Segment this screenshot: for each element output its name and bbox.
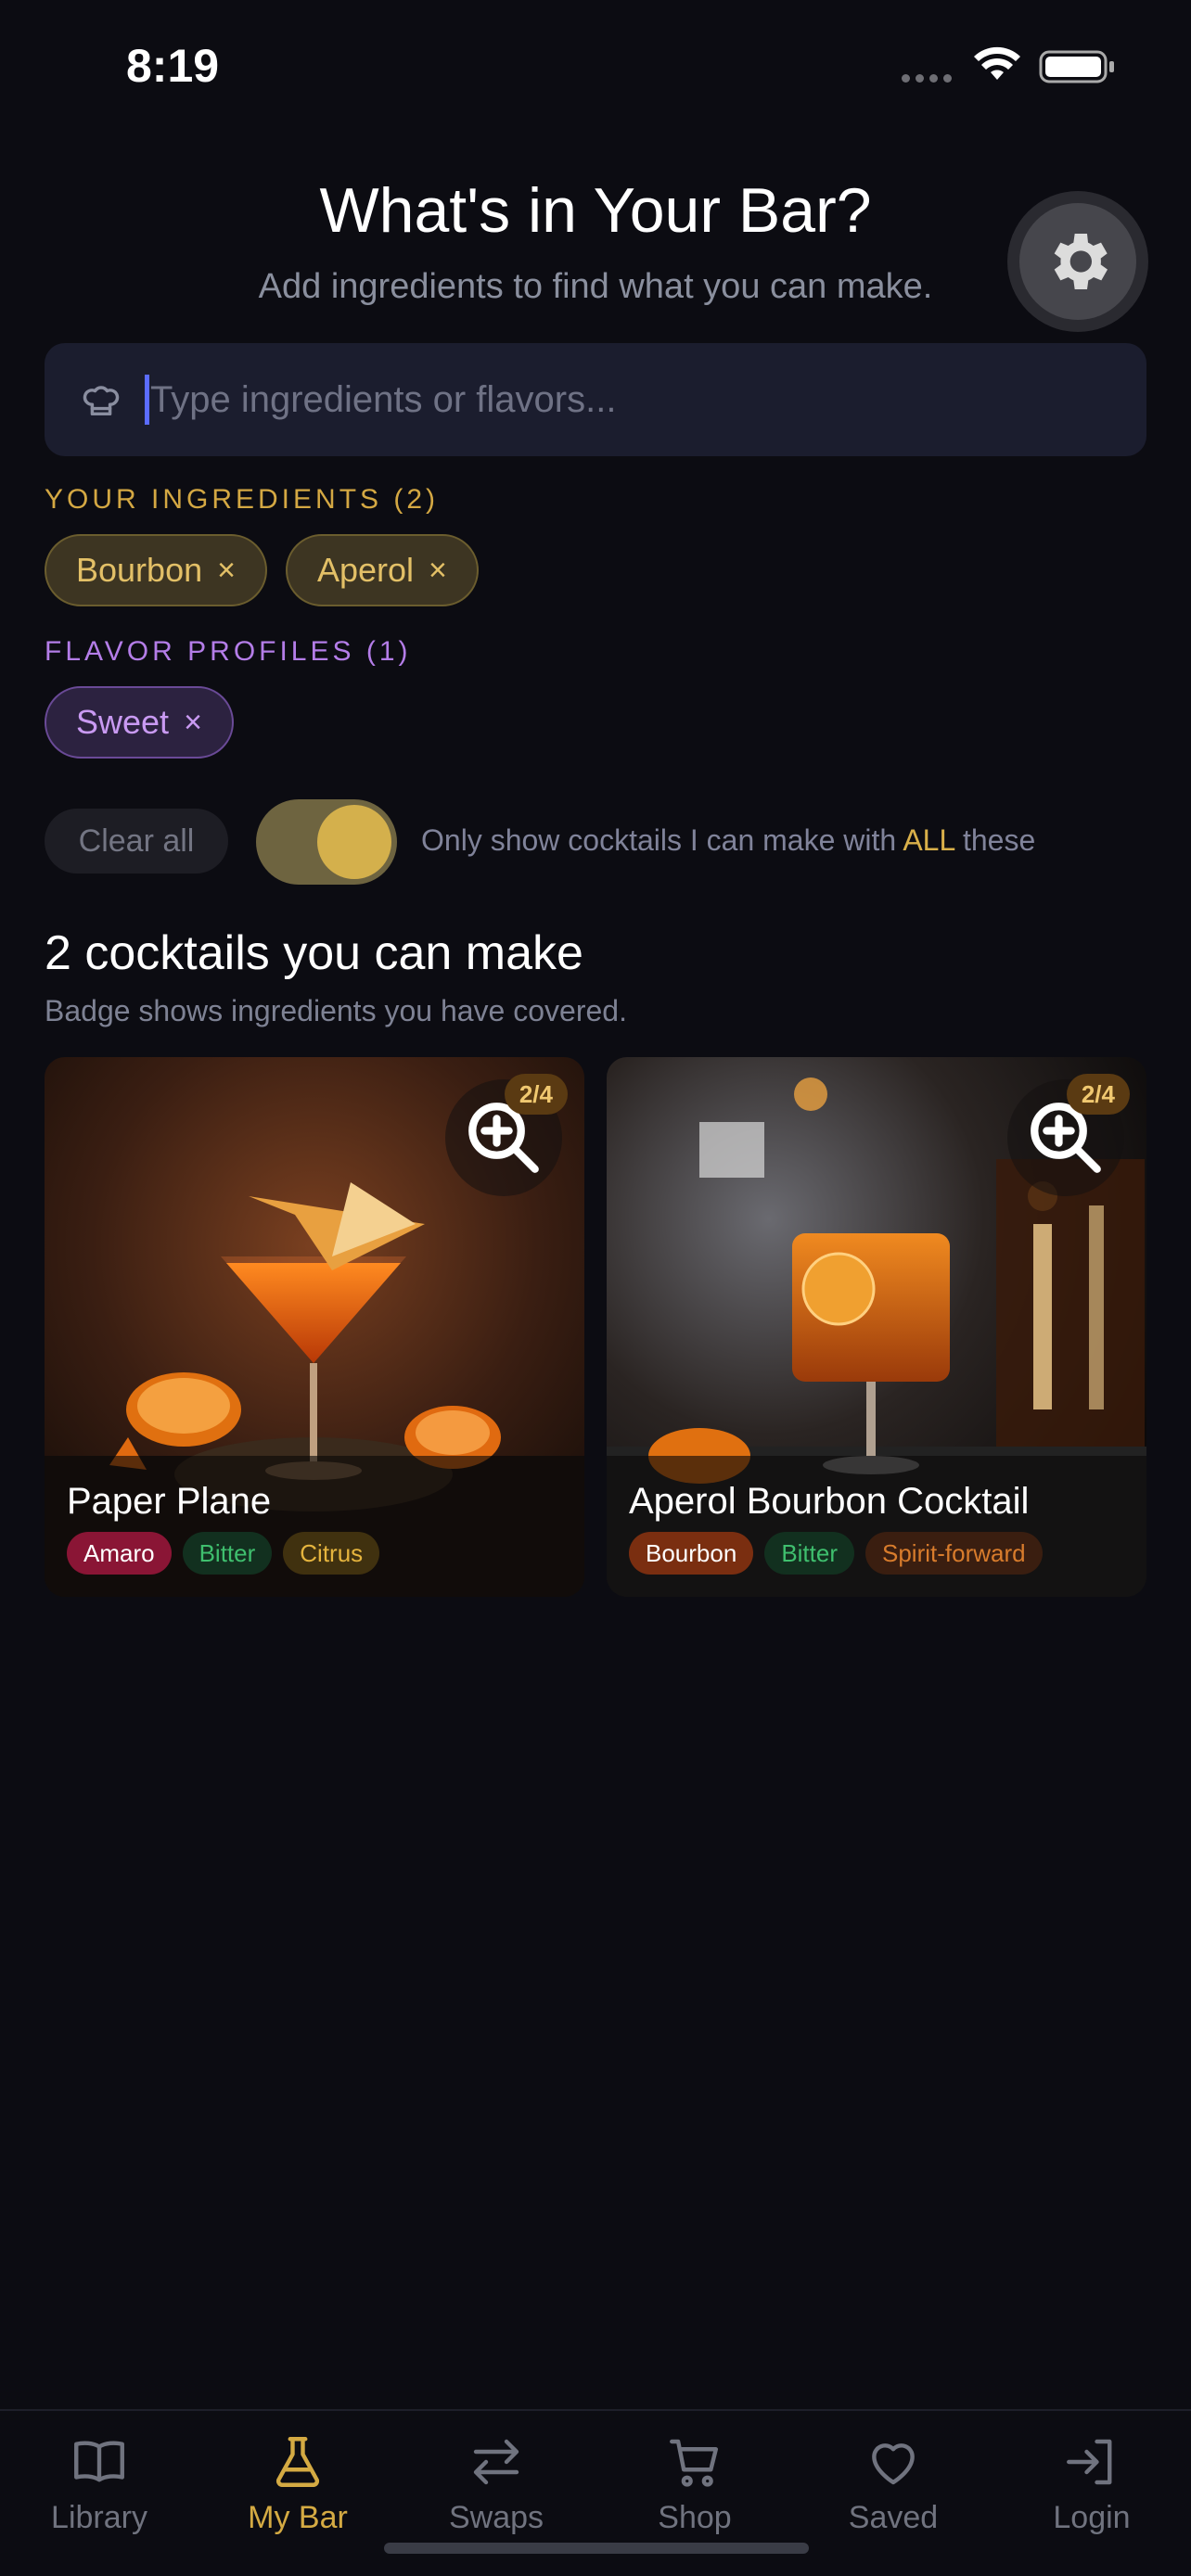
- tag: Bitter: [182, 1532, 273, 1575]
- close-icon[interactable]: ×: [429, 553, 447, 589]
- tab-swaps[interactable]: Swaps: [397, 2431, 596, 2543]
- status-bar: 8:19: [0, 0, 1191, 139]
- tab-library[interactable]: Library: [0, 2431, 198, 2543]
- ingredient-chip-bourbon[interactable]: Bourbon ×: [45, 534, 267, 606]
- signal-icon: [902, 74, 952, 83]
- results-title: 2 cocktails you can make: [45, 926, 583, 980]
- tab-shop[interactable]: Shop: [596, 2431, 794, 2543]
- match-all-toggle[interactable]: [256, 799, 397, 885]
- cocktail-name: Paper Plane: [67, 1481, 272, 1522]
- cart-icon: [670, 2439, 719, 2487]
- chip-label: Bourbon: [76, 551, 203, 589]
- cocktail-card-aperol-bourbon[interactable]: Aperol Bourbon Cocktail Bourbon Bitter S…: [607, 1057, 1146, 1597]
- ingredients-label: YOUR INGREDIENTS (2): [45, 484, 440, 515]
- toggle-label: Only show cocktails I can make with ALL …: [421, 823, 1036, 857]
- book-icon: [74, 2441, 124, 2482]
- flask-icon: [275, 2437, 320, 2487]
- match-badge: 2/4: [504, 1074, 568, 1115]
- gear-icon: [1054, 234, 1108, 289]
- tag-list: Amaro Bitter Citrus: [67, 1532, 380, 1575]
- cocktail-name: Aperol Bourbon Cocktail: [629, 1481, 1030, 1522]
- search-input[interactable]: [150, 362, 1115, 438]
- status-time: 8:19: [126, 40, 220, 92]
- tab-my-bar[interactable]: My Bar: [198, 2431, 397, 2543]
- chip-label: Sweet: [76, 703, 170, 741]
- login-icon: [1067, 2439, 1112, 2485]
- heart-icon: [872, 2443, 915, 2485]
- tag: Citrus: [283, 1532, 380, 1575]
- toggle-knob: [317, 805, 391, 879]
- cocktail-card-paper-plane[interactable]: Paper Plane Amaro Bitter Citrus 2/4: [45, 1057, 584, 1597]
- match-badge: 2/4: [1066, 1074, 1130, 1115]
- settings-button[interactable]: [1007, 191, 1148, 332]
- flavor-chips: Sweet ×: [45, 686, 234, 759]
- results-subtitle: Badge shows ingredients you have covered…: [45, 994, 627, 1027]
- ingredient-chip-aperol[interactable]: Aperol ×: [285, 534, 479, 606]
- tag: Spirit-forward: [865, 1532, 1043, 1575]
- ingredients-chips: Bourbon × Aperol ×: [45, 534, 479, 606]
- home-indicator: [384, 2543, 809, 2554]
- close-icon[interactable]: ×: [217, 553, 236, 589]
- close-icon[interactable]: ×: [184, 705, 202, 741]
- flavor-profiles-label: FLAVOR PROFILES (1): [45, 636, 412, 667]
- text-caret: [145, 375, 149, 425]
- swap-arrows-icon: [473, 2439, 519, 2485]
- tab-login[interactable]: Login: [992, 2431, 1191, 2543]
- wifi-icon: [974, 46, 1020, 80]
- search-box[interactable]: [45, 343, 1146, 456]
- tab-saved[interactable]: Saved: [794, 2431, 992, 2543]
- tag-list: Bourbon Bitter Spirit-forward: [629, 1532, 1043, 1575]
- clear-all-button[interactable]: Clear all: [45, 809, 228, 874]
- tag: Bitter: [764, 1532, 854, 1575]
- flavor-chip-sweet[interactable]: Sweet ×: [45, 686, 234, 759]
- tag: Amaro: [67, 1532, 172, 1575]
- battery-icon: [1039, 50, 1114, 83]
- chip-label: Aperol: [316, 551, 415, 589]
- chef-hat-icon: [83, 386, 120, 416]
- tag: Bourbon: [629, 1532, 754, 1575]
